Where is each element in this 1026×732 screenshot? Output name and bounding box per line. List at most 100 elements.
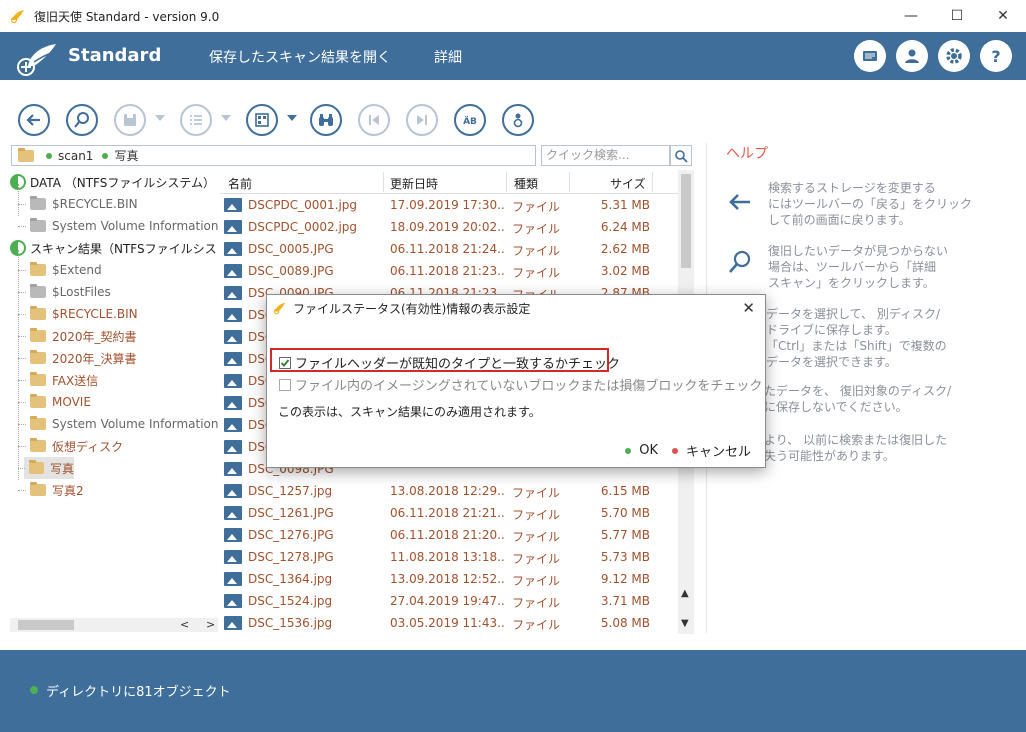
cell-date: 13.09.2018 12:52... <box>390 572 504 586</box>
checkbox-unchecked[interactable] <box>279 378 291 391</box>
table-row[interactable]: DSC_1364.jpg 13.09.2018 12:52... ファイル 9.12 … <box>220 568 678 590</box>
help-line: して前の画面に戻ります。 <box>768 213 911 227</box>
settings-button[interactable] <box>938 40 970 72</box>
help-line: データを選択できます。 <box>766 355 897 369</box>
table-row[interactable]: DSC_1278.JPG 11.08.2018 13:18... ファイル 5.73 … <box>220 546 678 568</box>
file-status-button[interactable] <box>502 104 534 136</box>
cell-name: DSC_1276.JPG <box>248 528 334 542</box>
tree-item-label: 写真2 <box>52 483 84 498</box>
news-button[interactable] <box>854 40 886 72</box>
tree-item[interactable]: $LostFiles <box>10 281 111 303</box>
column-modified[interactable]: 更新日時 <box>390 175 438 192</box>
column-type[interactable]: 種類 <box>514 175 538 192</box>
cell-date: 11.08.2018 13:18... <box>390 550 504 564</box>
tree-item[interactable]: 仮想ディスク <box>10 435 123 457</box>
table-row[interactable]: DSC_1257.jpg 13.08.2018 12:29... ファイル 6.15 … <box>220 480 678 502</box>
ok-dot-icon <box>625 447 632 454</box>
tree-item[interactable]: System Volume Information <box>10 413 218 435</box>
scroll-up-arrow[interactable]: ▲ <box>681 588 689 599</box>
back-button[interactable] <box>18 104 50 136</box>
next-button[interactable] <box>406 104 438 136</box>
scroll-left-arrow[interactable]: < <box>180 618 189 631</box>
view-mode-button[interactable] <box>246 104 278 136</box>
cell-kind: ファイル <box>512 266 561 280</box>
tree-item-label: 2020年_決算書 <box>52 351 137 366</box>
help-block: 復旧したいデータが見つからない 場合は、ツールバーから「詳細 スキャン」をクリックし… <box>768 243 948 291</box>
find-button[interactable] <box>310 104 342 136</box>
option-block-check[interactable]: ファイル内のイメージングされていないブロックまたは損傷ブロックをチェック <box>279 375 762 394</box>
account-button[interactable] <box>896 40 928 72</box>
tree-item[interactable]: DATA （NTFSファイルシステム） <box>10 171 215 193</box>
table-row[interactable]: DSC_1261.JPG 06.11.2018 21:21... ファイル 5.70 … <box>220 502 678 524</box>
table-row[interactable]: DSC_1524.jpg 27.04.2019 19:47... ファイル 3.71 … <box>220 590 678 612</box>
breadcrumb-photos[interactable]: 写真 <box>114 147 138 164</box>
logo-icon <box>17 44 56 76</box>
table-row[interactable]: DSCPDC_0002.jpg 18.09.2019 20:02... ファイル 6.… <box>220 216 678 238</box>
search-button[interactable] <box>670 145 692 166</box>
tree-item[interactable]: 2020年_決算書 <box>10 347 137 369</box>
image-file-icon <box>224 242 242 256</box>
minimize-button[interactable]: — <box>888 0 934 32</box>
tree-item[interactable]: FAX送信 <box>10 369 98 391</box>
nav-open-saved-scan[interactable]: 保存したスキャン結果を開く <box>209 47 391 67</box>
cell-kind: ファイル <box>512 200 561 214</box>
maximize-button[interactable]: ☐ <box>934 0 980 32</box>
image-file-icon <box>224 396 242 410</box>
tree-item[interactable]: $RECYCLE.BIN <box>10 193 138 215</box>
breadcrumb-scan[interactable]: scan1 <box>58 149 93 163</box>
cell-name: DSC_0089.JPG <box>248 264 334 278</box>
help-line: にはツールバーの「戻る」をクリック <box>768 197 973 211</box>
tree-item-label: $LostFiles <box>52 285 111 299</box>
column-name[interactable]: 名前 <box>228 175 252 192</box>
previous-button[interactable] <box>358 104 390 136</box>
tree-item[interactable]: $Extend <box>10 259 102 281</box>
tree-item-label: System Volume Information <box>52 417 218 431</box>
tree-item[interactable]: 写真 <box>18 457 74 479</box>
cell-name: DSC_1364.jpg <box>248 572 333 586</box>
save-dropdown-chevron-icon[interactable] <box>155 115 165 121</box>
help-button[interactable]: ? <box>980 40 1012 72</box>
view-dropdown-chevron-icon[interactable] <box>287 115 297 121</box>
table-row[interactable]: DSCPDC_0001.jpg 17.09.2019 17:30... ファイル 5.… <box>220 194 678 216</box>
tree-item[interactable]: 写真2 <box>10 479 84 501</box>
scroll-thumb[interactable] <box>18 620 74 630</box>
scroll-thumb[interactable] <box>681 174 691 268</box>
scroll-right-arrow[interactable]: > <box>206 618 215 631</box>
tree-horizontal-scrollbar[interactable]: < > <box>10 618 218 632</box>
cell-size: 6.15 MB <box>600 484 650 498</box>
help-line: に保存しないでください。 <box>764 400 908 414</box>
check-icon <box>280 358 290 367</box>
cell-size: 5.73 MB <box>600 550 650 564</box>
select-list-button[interactable] <box>180 104 212 136</box>
option-header-check[interactable]: ファイルヘッダーが既知のタイプと一致するかチェック <box>279 353 620 372</box>
ok-label: OK <box>639 443 658 458</box>
cancel-button[interactable]: キャンセル <box>671 441 751 460</box>
file-name-convert-button[interactable]: ÄB <box>454 104 486 136</box>
tree-item[interactable]: 2020年_契約書 <box>10 325 137 347</box>
table-row[interactable]: DSC_1276.JPG 06.11.2018 21:20... ファイル 5.77 … <box>220 524 678 546</box>
cell-kind: ファイル <box>512 244 561 258</box>
save-button[interactable] <box>114 104 146 136</box>
quick-search-input[interactable]: クイック検索... <box>541 145 670 166</box>
close-button[interactable]: ✕ <box>980 0 1026 32</box>
help-line: より、 以前に検索または復旧した <box>764 433 948 447</box>
dialog-close-button[interactable]: ✕ <box>742 299 755 317</box>
ok-button[interactable]: OK <box>625 443 658 458</box>
gear-icon <box>946 48 962 64</box>
tree-item[interactable]: スキャン結果（NTFSファイルシス <box>10 237 217 259</box>
tree-item[interactable]: System Volume Information <box>10 215 218 237</box>
folder-icon <box>18 147 34 162</box>
status-text: ディレクトリに81オブジェクト <box>46 685 231 700</box>
tree-item[interactable]: MOVIE <box>10 391 91 413</box>
image-file-icon <box>224 198 242 212</box>
table-row[interactable]: DSC_0005.JPG 06.11.2018 21:24... ファイル 2.62 … <box>220 238 678 260</box>
select-dropdown-chevron-icon[interactable] <box>221 115 231 121</box>
column-size[interactable]: サイズ <box>610 175 646 192</box>
checkbox-checked[interactable] <box>279 356 291 369</box>
tree-item[interactable]: $RECYCLE.BIN <box>10 303 138 325</box>
deep-scan-button[interactable] <box>66 104 98 136</box>
nav-details[interactable]: 詳細 <box>434 47 462 67</box>
scroll-down-arrow[interactable]: ▼ <box>681 618 689 629</box>
table-row[interactable]: DSC_1536.jpg 03.05.2019 11:43... ファイル 5.08 … <box>220 612 678 634</box>
table-row[interactable]: DSC_0089.JPG 06.11.2018 21:23... ファイル 3.02 … <box>220 260 678 282</box>
